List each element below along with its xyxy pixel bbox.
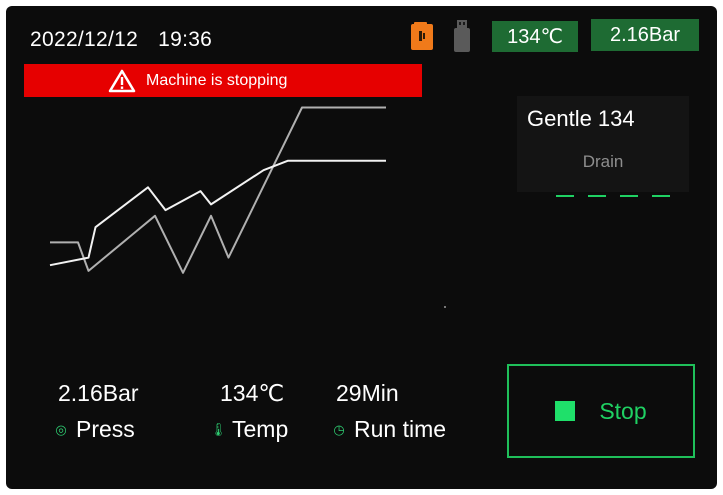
stop-square-icon	[555, 401, 576, 421]
temperature-label: 🌡︎ Temp	[210, 416, 288, 443]
phase-step-dash	[652, 195, 670, 197]
machine-screen: 2022/12/12 19:36 134℃ 2.16Bar Machine is …	[6, 6, 717, 489]
chart-series-line-2	[49, 159, 386, 267]
clock-icon: ◷	[333, 421, 345, 437]
process-chart	[49, 106, 386, 274]
phase-progress-indicator	[556, 195, 670, 197]
temperature-value: 134℃	[220, 380, 285, 406]
phase-step-dash	[556, 195, 574, 197]
program-panel: Gentle 134 Drain	[517, 96, 689, 192]
warning-icon	[108, 69, 136, 92]
temperature-label-text: Temp	[232, 416, 289, 442]
stop-button[interactable]: Stop	[507, 364, 695, 458]
program-phase: Drain	[582, 152, 624, 171]
pressure-badge: 2.16Bar	[591, 19, 699, 51]
pressure-value: 2.16Bar	[58, 380, 139, 406]
stop-button-label: Stop	[599, 397, 647, 424]
thermometer-icon: 🌡︎	[210, 421, 227, 437]
usb-drive-icon	[454, 20, 470, 52]
pressure-label: ◎ Press	[54, 416, 135, 443]
phase-step-dash	[588, 195, 606, 197]
program-name: Gentle 134	[527, 106, 635, 131]
phase-step-dash	[620, 195, 638, 197]
pressure-label-text: Press	[76, 416, 135, 442]
chart-series-line-1	[50, 106, 386, 274]
temperature-badge: 134℃	[492, 21, 578, 52]
screen-speck	[444, 306, 446, 308]
run-time-value: 29Min	[336, 380, 399, 406]
run-time-label: ◷ Run time	[332, 416, 446, 443]
alarm-banner: Machine is stopping	[24, 64, 422, 97]
time-text: 19:36	[158, 28, 213, 51]
run-time-label-text: Run time	[354, 416, 447, 442]
datetime-display: 2022/12/12 19:36	[30, 28, 212, 52]
date-text: 2022/12/12	[30, 28, 139, 51]
gauge-icon: ◎	[55, 421, 67, 437]
alarm-message: Machine is stopping	[146, 71, 288, 89]
door-lock-icon	[411, 22, 433, 50]
